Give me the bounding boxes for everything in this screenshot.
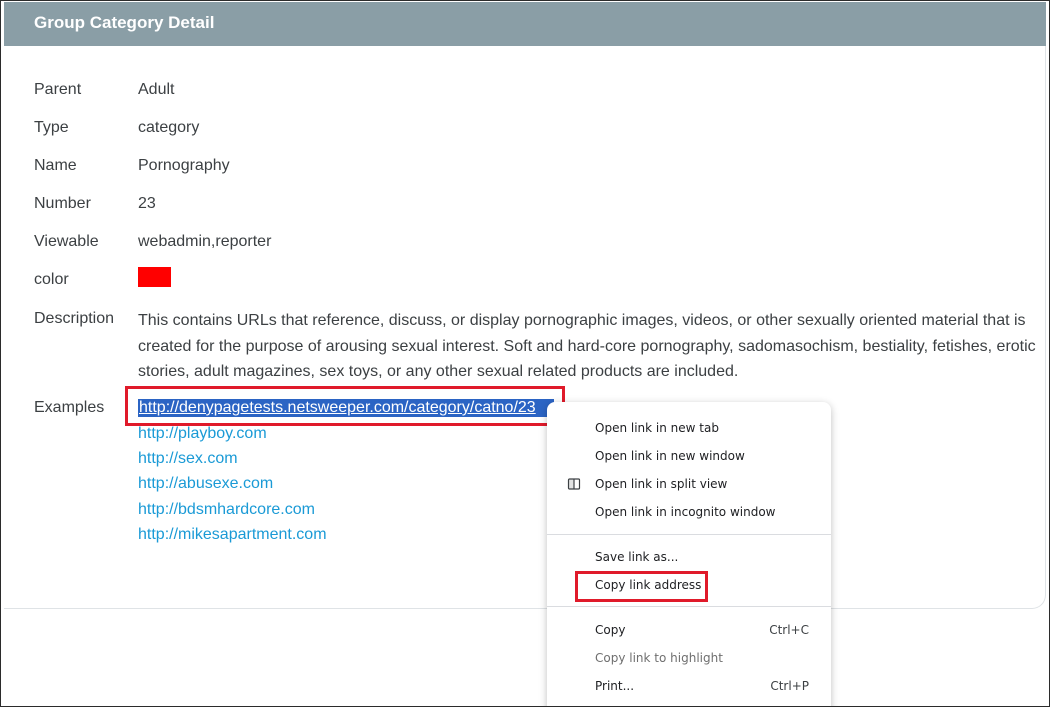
type-value: category xyxy=(138,119,200,136)
example-link[interactable]: http://playboy.com xyxy=(138,425,267,443)
menu-open-new-tab[interactable]: Open link in new tab xyxy=(547,415,831,443)
color-label: color xyxy=(34,271,69,288)
menu-copy-link-to-highlight[interactable]: Copy link to highlight xyxy=(547,645,831,673)
example-link[interactable]: http://sex.com xyxy=(138,450,238,468)
number-value: 23 xyxy=(138,195,156,212)
menu-save-link-as[interactable]: Save link as... xyxy=(547,544,831,572)
menu-open-incognito[interactable]: Open link in incognito window xyxy=(547,499,831,527)
browser-viewport: Group Category Detail Parent Adult Type … xyxy=(0,0,1050,707)
viewable-value: webadmin,reporter xyxy=(138,233,272,250)
menu-open-split-view[interactable]: Open link in split view xyxy=(547,471,831,499)
menu-separator xyxy=(547,606,831,607)
menu-separator xyxy=(547,534,831,535)
annotation-box-selected-link xyxy=(125,386,565,426)
split-view-icon xyxy=(567,477,581,491)
card-title: Group Category Detail xyxy=(34,13,215,32)
parent-label: Parent xyxy=(34,81,82,98)
name-label: Name xyxy=(34,157,77,174)
menu-print[interactable]: Print... Ctrl+P xyxy=(547,673,831,701)
menu-copy[interactable]: Copy Ctrl+C xyxy=(547,617,831,645)
example-link[interactable]: http://bdsmhardcore.com xyxy=(138,501,315,519)
link-context-menu: Open link in new tab Open link in new wi… xyxy=(547,402,831,706)
menu-open-new-window[interactable]: Open link in new window xyxy=(547,443,831,471)
type-label: Type xyxy=(34,119,69,136)
name-value: Pornography xyxy=(138,157,230,174)
card-header: Group Category Detail xyxy=(4,2,1046,46)
color-swatch xyxy=(138,267,171,287)
parent-value: Adult xyxy=(138,81,175,98)
examples-label: Examples xyxy=(34,399,105,416)
annotation-box-copy-link-address xyxy=(575,571,708,602)
example-link[interactable]: http://mikesapartment.com xyxy=(138,526,327,544)
number-label: Number xyxy=(34,195,91,212)
description-value: This contains URLs that reference, discu… xyxy=(138,312,1036,380)
example-link[interactable]: http://abusexe.com xyxy=(138,475,273,493)
description-label: Description xyxy=(34,310,115,327)
viewable-label: Viewable xyxy=(34,233,99,250)
